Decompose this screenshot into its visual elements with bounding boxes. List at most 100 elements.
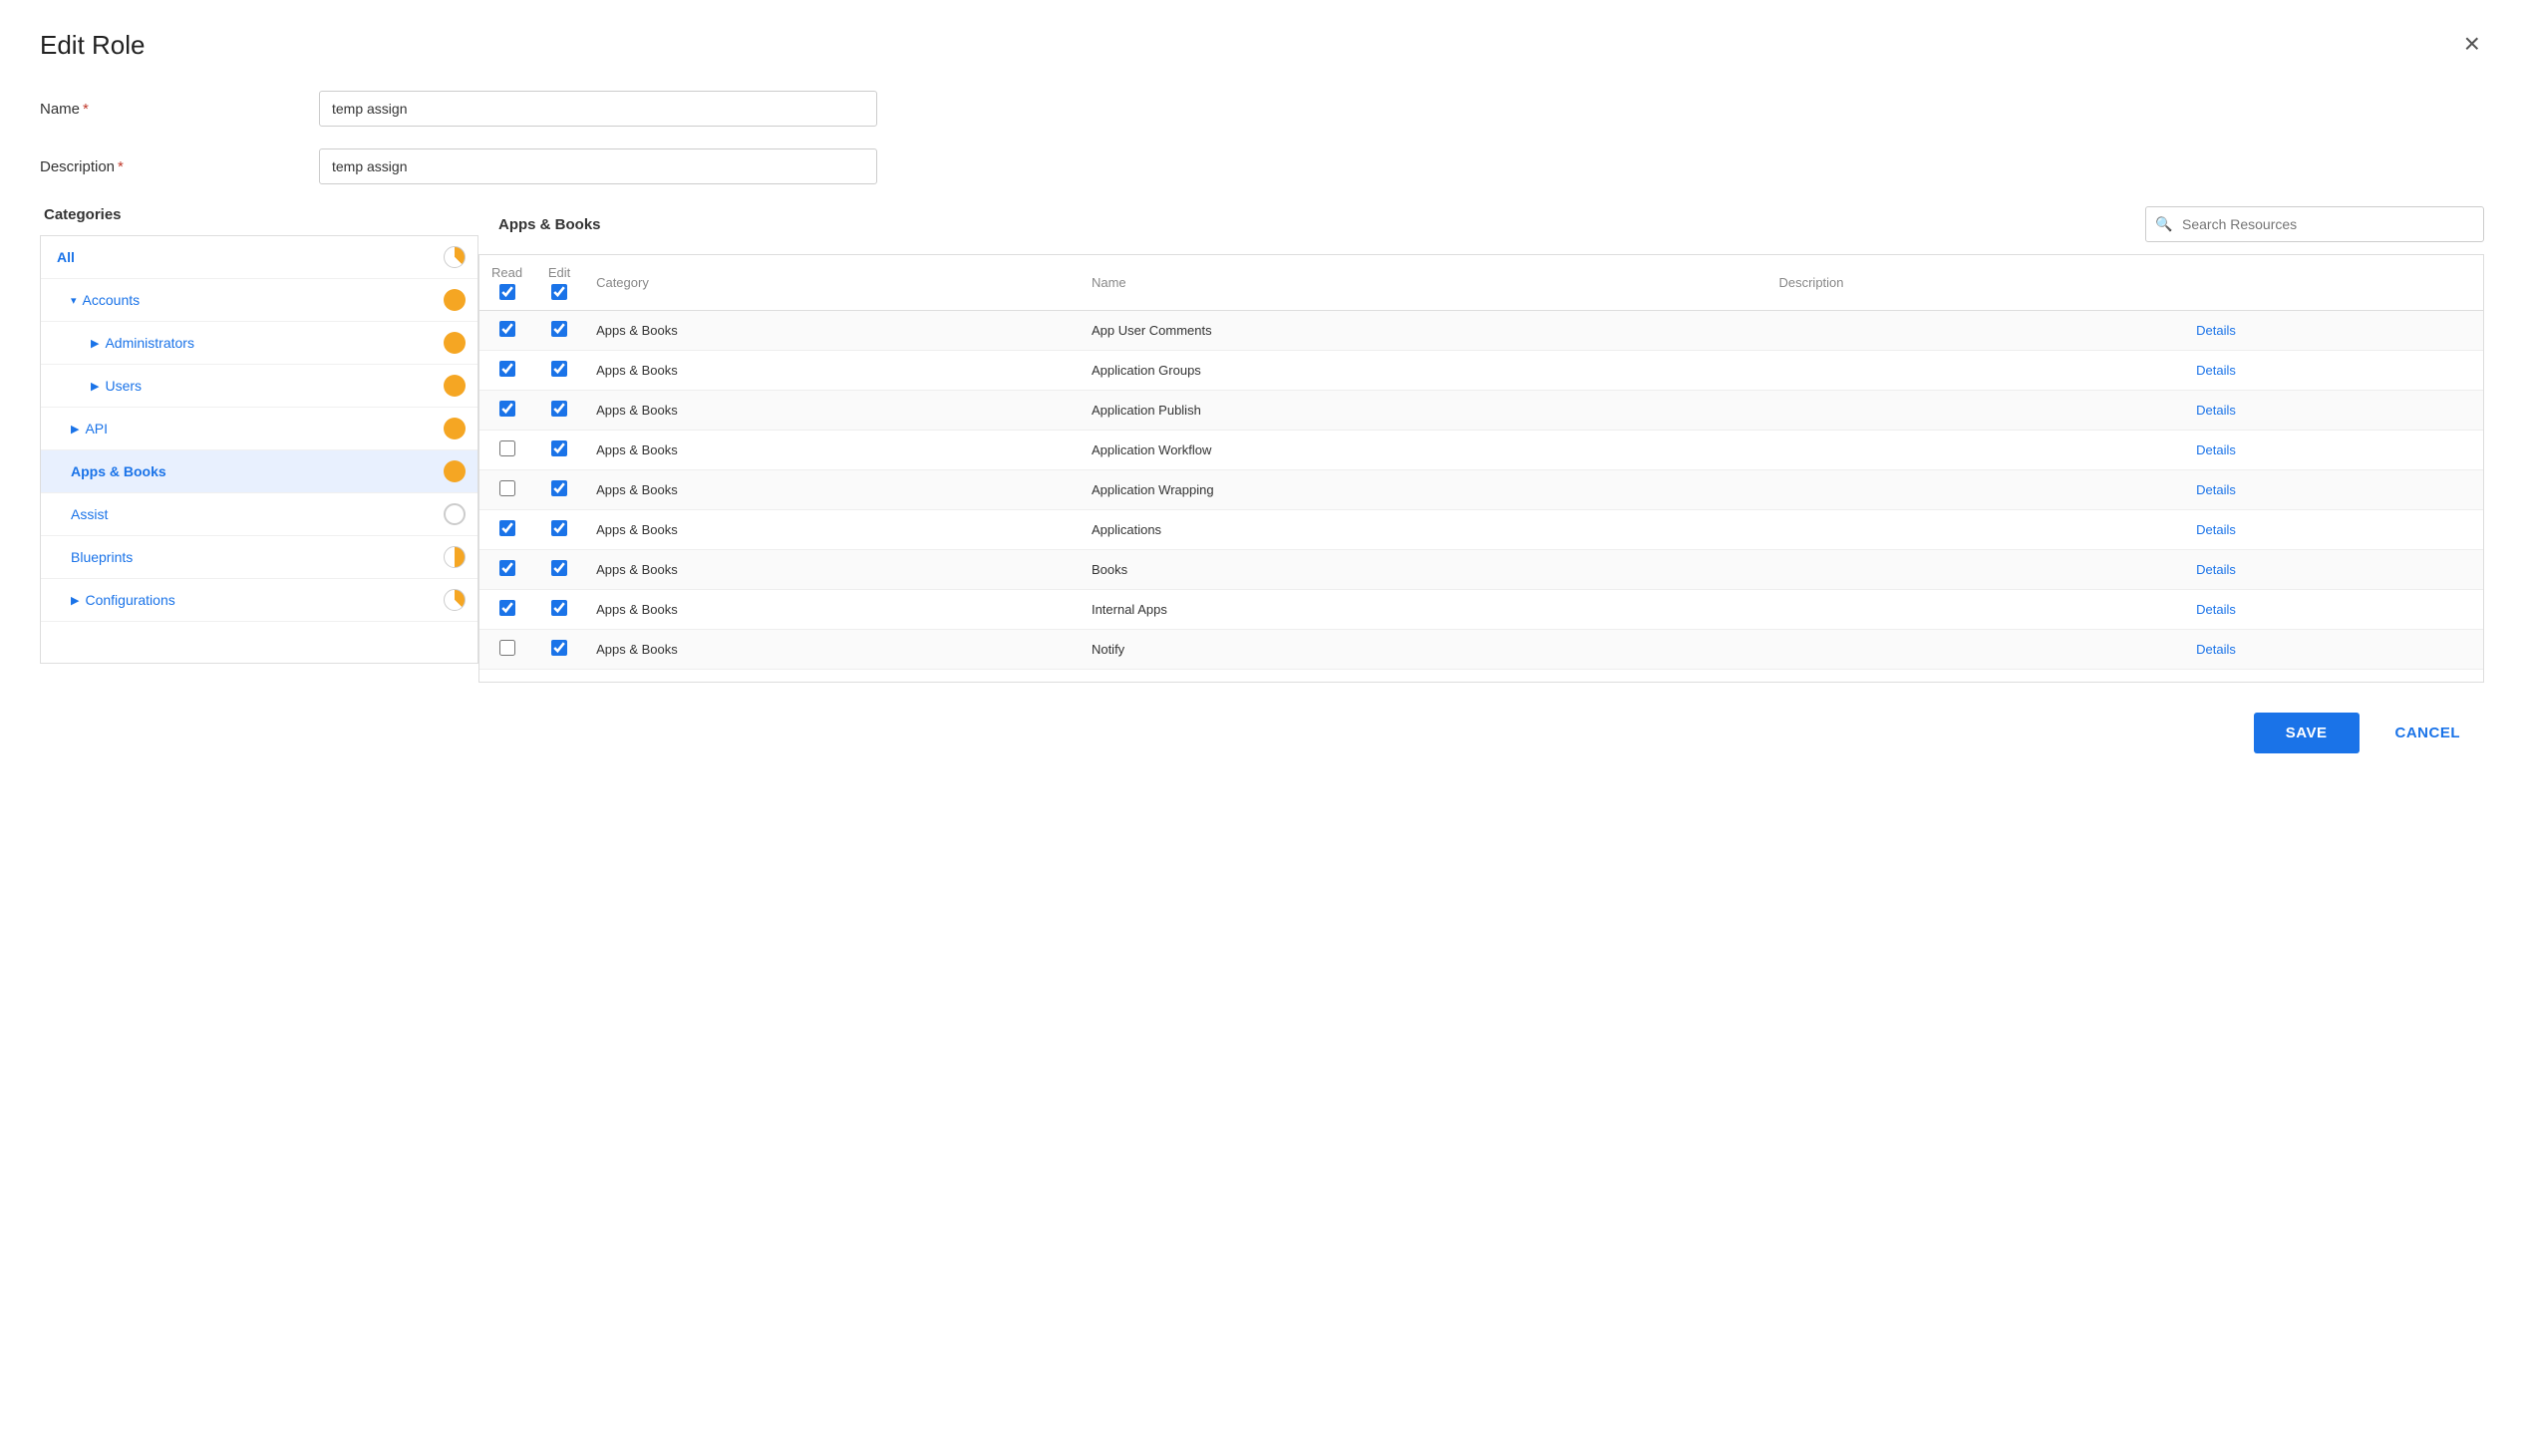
edit-cell[interactable]	[534, 431, 584, 470]
sidebar-item-users[interactable]: ▶ Users	[41, 365, 477, 408]
read-checkbox[interactable]	[499, 361, 515, 377]
edit-cell[interactable]	[534, 550, 584, 590]
description-input[interactable]	[319, 148, 877, 184]
apps-books-indicator	[444, 460, 466, 482]
read-cell[interactable]	[479, 630, 534, 670]
read-checkbox[interactable]	[499, 600, 515, 616]
read-cell[interactable]	[479, 391, 534, 431]
table-row: Apps & Books Notify Details	[479, 630, 2483, 670]
administrators-chevron: ▶	[91, 337, 99, 350]
edit-cell[interactable]	[534, 311, 584, 351]
read-checkbox[interactable]	[499, 640, 515, 656]
details-link[interactable]: Details	[2196, 602, 2236, 617]
edit-cell[interactable]	[534, 630, 584, 670]
details-link[interactable]: Details	[2196, 363, 2236, 378]
details-link[interactable]: Details	[2196, 442, 2236, 457]
details-cell[interactable]: Details	[2184, 550, 2483, 590]
all-label: All	[57, 249, 75, 265]
assist-indicator	[444, 503, 466, 525]
api-indicator	[444, 418, 466, 439]
read-header: Read	[479, 255, 534, 311]
edit-cell[interactable]	[534, 470, 584, 510]
details-cell[interactable]: Details	[2184, 590, 2483, 630]
header-edit-checkbox[interactable]	[551, 284, 567, 300]
details-cell[interactable]: Details	[2184, 431, 2483, 470]
read-cell[interactable]	[479, 351, 534, 391]
edit-role-dialog: Edit Role × Name* Description* Categorie…	[0, 0, 2524, 1456]
name-input[interactable]	[319, 91, 877, 127]
sidebar-item-api[interactable]: ▶ API	[41, 408, 477, 450]
read-cell[interactable]	[479, 550, 534, 590]
category-header: Category	[584, 255, 1080, 311]
edit-checkbox[interactable]	[551, 520, 567, 536]
read-cell[interactable]	[479, 470, 534, 510]
category-cell: Apps & Books	[584, 391, 1080, 431]
cancel-button[interactable]: CANCEL	[2375, 713, 2481, 753]
resources-table-wrap[interactable]: Read Edit Category N	[478, 254, 2484, 683]
sidebar-item-administrators[interactable]: ▶ Administrators	[41, 322, 477, 365]
edit-cell[interactable]	[534, 590, 584, 630]
sidebar-item-blueprints[interactable]: Blueprints	[41, 536, 477, 579]
header-read-checkbox[interactable]	[499, 284, 515, 300]
edit-checkbox[interactable]	[551, 560, 567, 576]
details-cell[interactable]: Details	[2184, 391, 2483, 431]
sidebar-item-all[interactable]: All	[41, 236, 477, 279]
categories-list[interactable]: All ▾ Accounts ▶ Administrator	[40, 235, 478, 664]
read-checkbox[interactable]	[499, 560, 515, 576]
sidebar-item-configurations[interactable]: ▶ Configurations	[41, 579, 477, 622]
sidebar-item-assist[interactable]: Assist	[41, 493, 477, 536]
read-checkbox[interactable]	[499, 520, 515, 536]
read-checkbox[interactable]	[499, 480, 515, 496]
name-cell: Notify	[1080, 630, 1767, 670]
details-cell[interactable]: Details	[2184, 470, 2483, 510]
edit-cell[interactable]	[534, 351, 584, 391]
edit-checkbox[interactable]	[551, 440, 567, 456]
save-button[interactable]: SAVE	[2254, 713, 2360, 753]
edit-cell[interactable]	[534, 510, 584, 550]
table-row: Apps & Books Internal Apps Details	[479, 590, 2483, 630]
read-cell[interactable]	[479, 431, 534, 470]
details-cell[interactable]: Details	[2184, 351, 2483, 391]
sidebar-item-accounts[interactable]: ▾ Accounts	[41, 279, 477, 322]
accounts-indicator	[444, 289, 466, 311]
footer-actions: SAVE CANCEL	[40, 713, 2484, 753]
edit-checkbox[interactable]	[551, 401, 567, 417]
read-checkbox[interactable]	[499, 401, 515, 417]
category-cell: Apps & Books	[584, 311, 1080, 351]
details-link[interactable]: Details	[2196, 522, 2236, 537]
name-cell: Applications	[1080, 510, 1767, 550]
dialog-title: Edit Role	[40, 30, 146, 61]
category-cell: Apps & Books	[584, 351, 1080, 391]
edit-checkbox[interactable]	[551, 480, 567, 496]
table-row: Apps & Books Applications Details	[479, 510, 2483, 550]
sidebar-item-apps-books[interactable]: Apps & Books	[41, 450, 477, 493]
edit-checkbox[interactable]	[551, 361, 567, 377]
read-cell[interactable]	[479, 590, 534, 630]
dialog-header: Edit Role ×	[40, 30, 2484, 61]
edit-cell[interactable]	[534, 391, 584, 431]
category-cell: Apps & Books	[584, 590, 1080, 630]
read-cell[interactable]	[479, 311, 534, 351]
details-cell[interactable]: Details	[2184, 311, 2483, 351]
name-cell: Internal Apps	[1080, 590, 1767, 630]
category-cell: Apps & Books	[584, 431, 1080, 470]
details-cell[interactable]: Details	[2184, 630, 2483, 670]
name-label: Name*	[40, 101, 319, 118]
details-link[interactable]: Details	[2196, 562, 2236, 577]
details-cell[interactable]: Details	[2184, 510, 2483, 550]
details-link[interactable]: Details	[2196, 403, 2236, 418]
read-checkbox[interactable]	[499, 440, 515, 456]
edit-checkbox[interactable]	[551, 600, 567, 616]
details-link[interactable]: Details	[2196, 482, 2236, 497]
read-cell[interactable]	[479, 510, 534, 550]
edit-checkbox[interactable]	[551, 640, 567, 656]
search-input[interactable]	[2145, 206, 2484, 242]
edit-checkbox[interactable]	[551, 321, 567, 337]
categories-panel: Categories All ▾ Accounts	[40, 206, 478, 683]
details-link[interactable]: Details	[2196, 642, 2236, 657]
details-link[interactable]: Details	[2196, 323, 2236, 338]
close-button[interactable]: ×	[2460, 30, 2484, 58]
administrators-label: Administrators	[105, 335, 193, 351]
name-cell: Books	[1080, 550, 1767, 590]
read-checkbox[interactable]	[499, 321, 515, 337]
